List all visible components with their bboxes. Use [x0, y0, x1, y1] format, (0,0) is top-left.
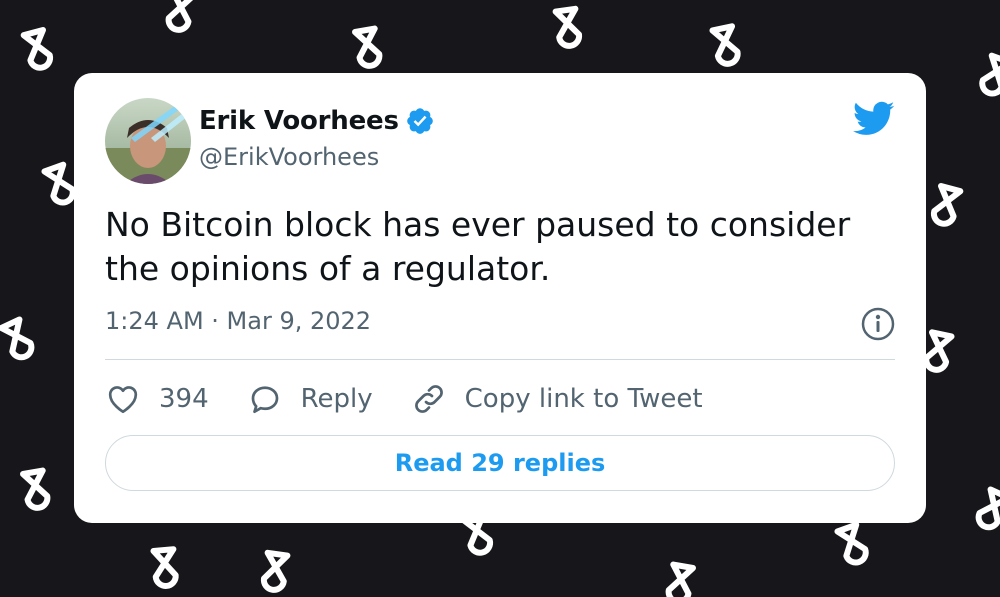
display-name[interactable]: Erik Voorhees	[199, 106, 399, 136]
like-count: 394	[159, 384, 209, 414]
user-handle[interactable]: @ErikVoorhees	[199, 143, 379, 171]
tweet-actions: 394 Reply Copy link to Tweet	[105, 379, 741, 419]
reply-label: Reply	[300, 384, 373, 414]
copy-link-button[interactable]: Copy link to Tweet	[411, 381, 703, 417]
tweet-timestamp[interactable]: 1:24 AM · Mar 9, 2022	[105, 307, 371, 335]
speech-bubble-icon	[251, 386, 278, 414]
like-button[interactable]: 394	[105, 381, 209, 417]
reply-button[interactable]: Reply	[247, 381, 373, 417]
avatar[interactable]	[105, 98, 191, 184]
read-replies-button[interactable]: Read 29 replies	[105, 435, 895, 491]
twitter-bird-icon[interactable]	[853, 101, 895, 137]
display-name-row: Erik Voorhees	[199, 105, 435, 137]
link-icon	[414, 385, 443, 413]
heart-icon	[108, 386, 138, 414]
divider	[105, 359, 895, 360]
info-icon[interactable]	[861, 307, 895, 341]
tweet-text: No Bitcoin block has ever paused to cons…	[105, 205, 851, 288]
copy-link-label: Copy link to Tweet	[464, 384, 703, 414]
tweet-card: Erik Voorhees @ErikVoorhees No Bitcoin b…	[74, 73, 926, 523]
verified-badge-icon	[406, 108, 433, 134]
